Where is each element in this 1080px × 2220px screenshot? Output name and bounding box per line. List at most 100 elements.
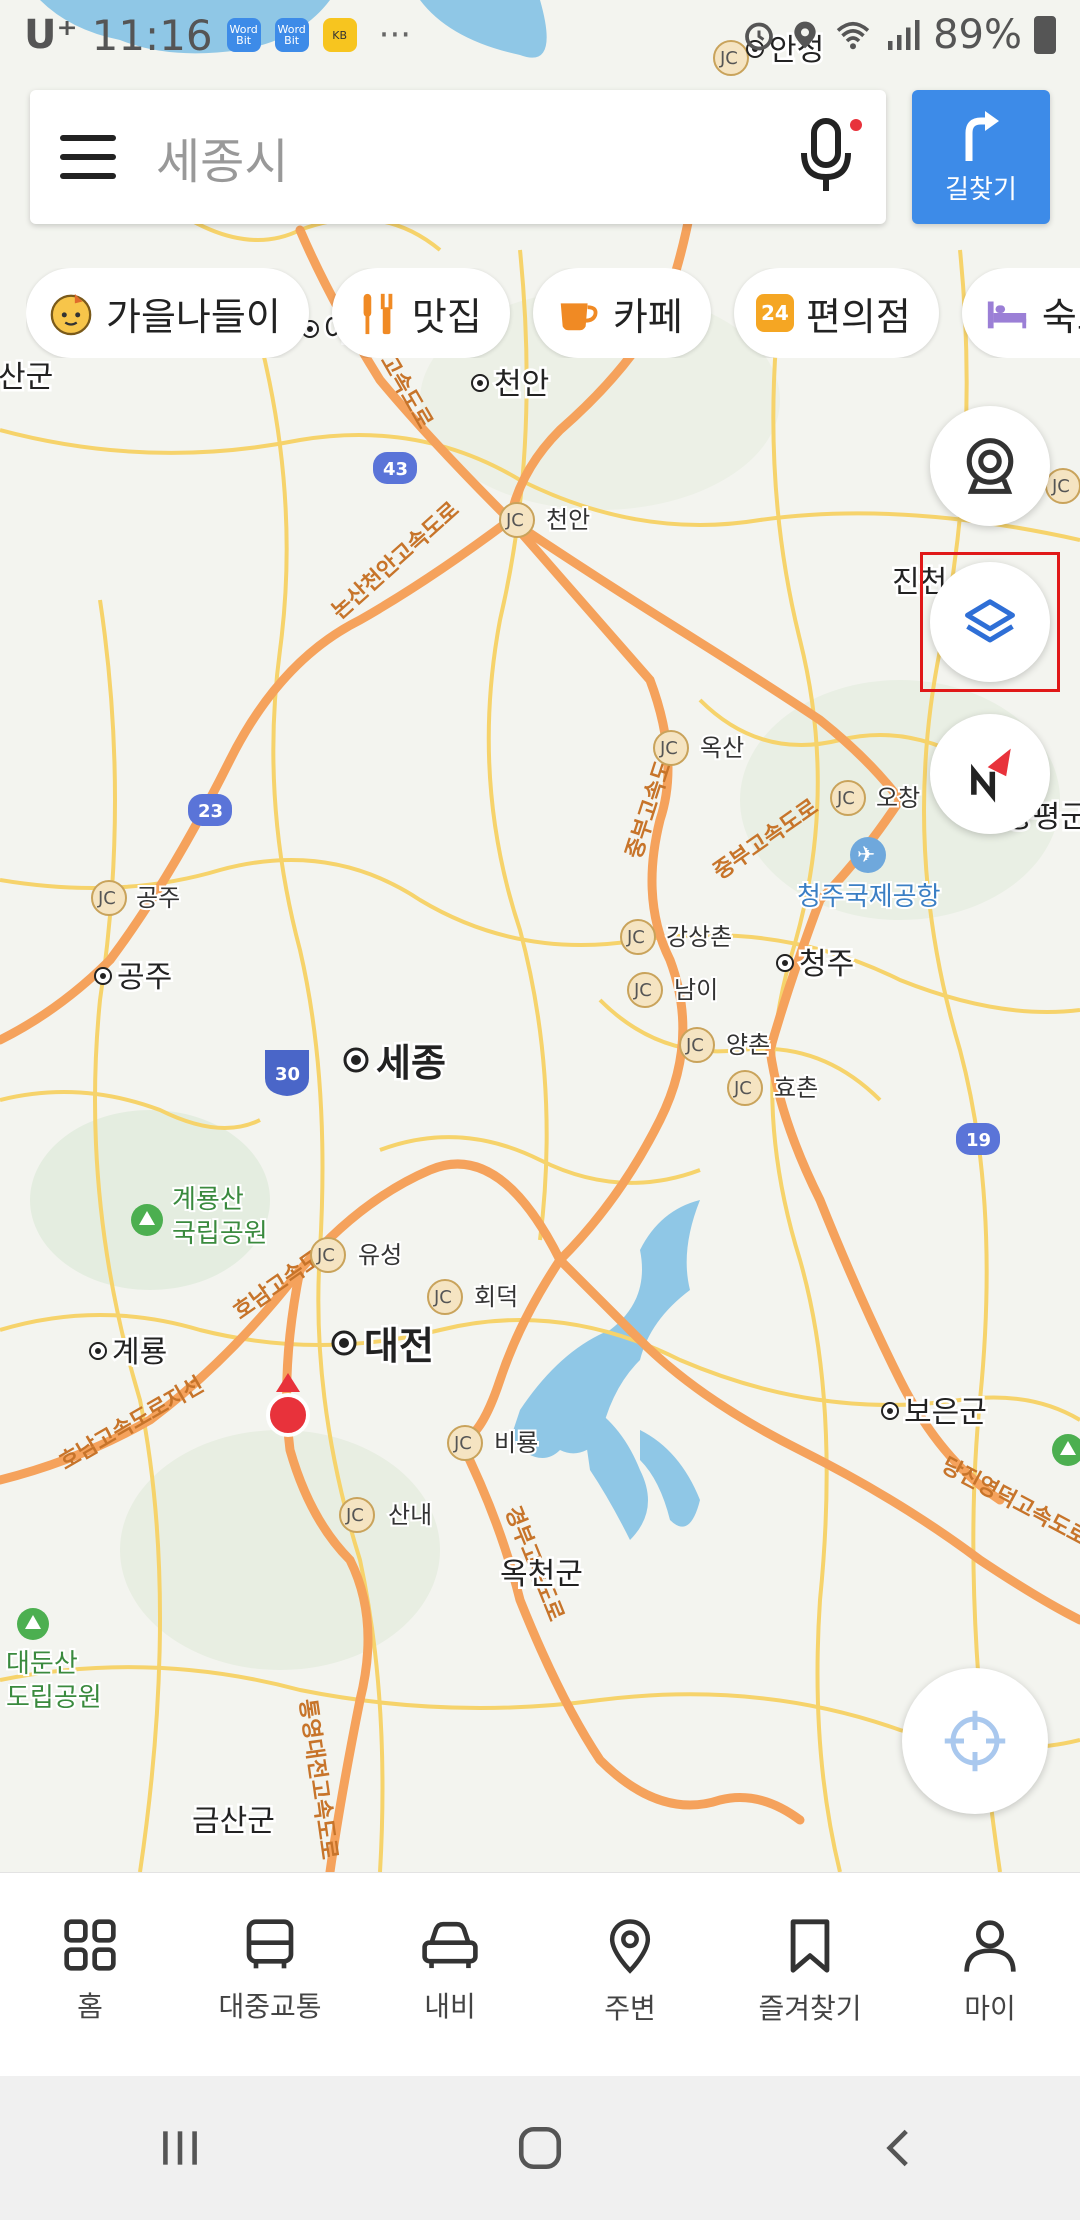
- chip-convenience-store[interactable]: 24 편의점: [733, 268, 939, 358]
- svg-text:JC: JC: [505, 510, 524, 531]
- nav-nearby[interactable]: 주변: [540, 1873, 720, 2077]
- more-notifications-icon: ···: [378, 15, 412, 55]
- chip-autumn-outing[interactable]: 가을나들이: [26, 268, 309, 358]
- nav-home[interactable]: 홈: [0, 1873, 180, 2077]
- wordbit-icon: Word Bit: [274, 18, 309, 52]
- bookmark-icon: [790, 1919, 830, 1973]
- nav-label: 대중교통: [218, 1990, 322, 2023]
- chip-label: 카페: [612, 294, 683, 339]
- city-label[interactable]: 계룡: [110, 1333, 170, 1373]
- junction-label: 유성: [358, 1241, 402, 1269]
- my-location-button[interactable]: [902, 1668, 1048, 1814]
- junction-label: 회덕: [474, 1283, 518, 1311]
- junction-label: 비룡: [494, 1429, 538, 1457]
- nav-label: 홈: [77, 1990, 103, 2023]
- nav-navigation[interactable]: 내비: [360, 1873, 540, 2077]
- chip-label: 숙소: [1041, 294, 1080, 339]
- city-marker-dot: [477, 380, 483, 386]
- bottom-navigation: 홈 대중교통 내비 주변 즐겨찾기 마이: [0, 1872, 1080, 2077]
- autumn-face-icon: [48, 290, 94, 336]
- city-label[interactable]: 산군: [0, 358, 56, 398]
- wordbit-icon: Word Bit: [226, 18, 261, 52]
- battery-icon: [1034, 16, 1056, 54]
- restaurant-icon: [354, 290, 400, 336]
- back-icon[interactable]: [875, 2123, 925, 2173]
- svg-text:JC: JC: [626, 927, 645, 948]
- park-label: 대둔산: [6, 1649, 78, 1679]
- cctv-button[interactable]: [930, 406, 1050, 526]
- city-marker-dot: [100, 973, 106, 979]
- airport-label: 청주국제공항: [797, 882, 941, 912]
- directions-label: 길찾기: [945, 174, 1017, 205]
- location-pin-icon: [609, 1919, 651, 1974]
- junction-label: 공주: [136, 884, 180, 912]
- recent-apps-icon[interactable]: [155, 2123, 205, 2173]
- city-label[interactable]: 청주: [797, 945, 857, 985]
- svg-text:JC: JC: [316, 1245, 335, 1266]
- park-label: 국립공원: [172, 1219, 268, 1249]
- city-label[interactable]: 보은군: [902, 1393, 990, 1433]
- junction-label: 양촌: [726, 1031, 770, 1059]
- home-button-icon[interactable]: [515, 2123, 565, 2173]
- city-marker-dot: [887, 1408, 893, 1414]
- city-marker-dot: [339, 1338, 349, 1348]
- chip-restaurants[interactable]: 맛집: [331, 268, 510, 358]
- carrier-label: U⁺: [24, 12, 78, 58]
- system-navigation-bar: [0, 2076, 1080, 2220]
- city-label[interactable]: 금산군: [190, 1802, 278, 1842]
- svg-text:19: 19: [966, 1130, 991, 1151]
- selection-highlight: [920, 552, 1060, 692]
- nav-label: 주변: [604, 1992, 656, 2025]
- junction-label: 옥산: [700, 734, 744, 762]
- svg-text:JC: JC: [433, 1287, 452, 1308]
- menu-icon[interactable]: [60, 135, 116, 179]
- svg-text:✈: ✈: [857, 843, 875, 868]
- chip-cafe[interactable]: 카페: [532, 268, 711, 358]
- search-input[interactable]: 세종시: [156, 122, 796, 192]
- home-grid-icon: [64, 1919, 116, 1971]
- junction-label: 남이: [674, 976, 718, 1004]
- svg-text:JC: JC: [453, 1433, 472, 1454]
- nav-transit[interactable]: 대중교통: [180, 1873, 360, 2077]
- directions-button[interactable]: 길찾기: [912, 90, 1050, 224]
- city-label[interactable]: 옥천군: [498, 1555, 586, 1595]
- category-chips: 가을나들이 맛집 카페 24 편의점 숙소: [26, 268, 1080, 358]
- junction-label: 오창: [876, 784, 920, 812]
- svg-text:JC: JC: [685, 1035, 704, 1056]
- chip-label: 맛집: [411, 294, 482, 339]
- chip-lodging[interactable]: 숙소: [961, 268, 1080, 358]
- cafe-icon: [555, 290, 601, 336]
- location-icon: [794, 21, 816, 49]
- city-label[interactable]: 공주: [115, 958, 175, 998]
- status-bar: U⁺ 11:16 Word Bit Word Bit KB ··· 89%: [0, 0, 1080, 70]
- city-label[interactable]: 천안: [492, 365, 552, 405]
- nav-label: 마이: [964, 1992, 1016, 2025]
- convenience-store-icon: 24: [755, 294, 794, 332]
- park-label: 계룡산: [172, 1185, 244, 1215]
- lodging-icon: [984, 290, 1030, 336]
- svg-text:JC: JC: [633, 980, 652, 1001]
- bus-icon: [246, 1919, 294, 1969]
- junction-label: 강상촌: [666, 923, 732, 951]
- svg-text:30: 30: [275, 1064, 300, 1085]
- svg-text:JC: JC: [97, 888, 116, 909]
- car-icon: [422, 1921, 478, 1969]
- cctv-icon: [966, 438, 1014, 494]
- city-marker-dot: [782, 960, 788, 966]
- junction-label: 산내: [388, 1501, 432, 1529]
- park-label: 도립공원: [6, 1683, 102, 1713]
- nav-favorites[interactable]: 즐겨찾기: [720, 1873, 900, 2077]
- compass-north-icon: [971, 748, 1011, 803]
- city-label[interactable]: 대전: [362, 1322, 437, 1371]
- person-icon: [964, 1920, 1016, 1972]
- signal-icon: [888, 20, 920, 50]
- svg-text:JC: JC: [1051, 476, 1070, 497]
- compass-button[interactable]: [930, 714, 1050, 834]
- search-bar[interactable]: 세종시: [30, 90, 886, 224]
- city-marker-dot: [351, 1055, 361, 1065]
- microphone-icon[interactable]: [796, 117, 862, 197]
- city-label[interactable]: 세종: [374, 1039, 449, 1088]
- nav-label: 즐겨찾기: [758, 1992, 862, 2025]
- svg-text:43: 43: [383, 459, 408, 480]
- nav-my[interactable]: 마이: [900, 1873, 1080, 2077]
